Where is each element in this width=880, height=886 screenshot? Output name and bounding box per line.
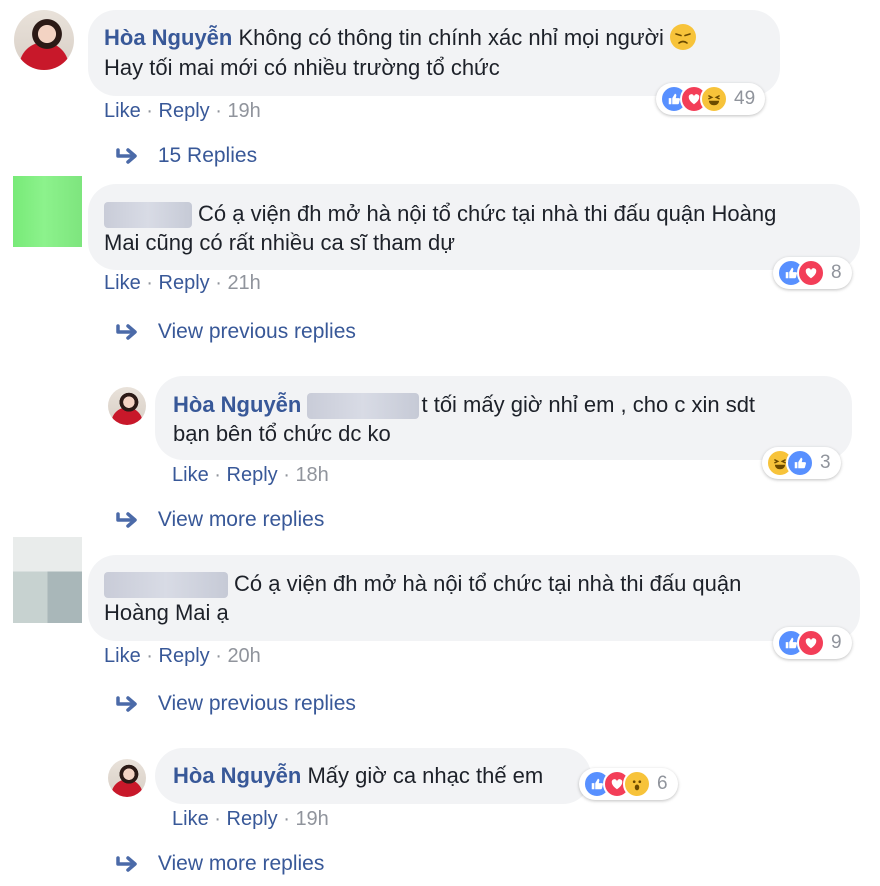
reply-arrow-icon	[114, 510, 140, 530]
reaction-summary[interactable]: 3	[762, 447, 841, 479]
avatar-blurred[interactable]	[13, 176, 82, 247]
separator-dot: ·	[146, 645, 153, 667]
reply-bubble: Hòa Nguyễn Mấy giờ ca nhạc thế em	[155, 748, 591, 804]
comment-text: t tối mấy giờ nhỉ em , cho c xin sdt	[421, 392, 756, 417]
replies-link[interactable]: View previous replies	[114, 320, 356, 344]
replies-link[interactable]: View more replies	[114, 852, 324, 876]
separator-dot: ·	[215, 100, 222, 122]
reaction-summary[interactable]: 6	[579, 768, 678, 800]
timestamp[interactable]: 18h	[295, 464, 328, 486]
haha-reaction-icon	[700, 85, 728, 113]
reply-arrow-icon	[114, 146, 140, 166]
reply-link[interactable]: Reply	[227, 808, 278, 830]
comment-text-line2: bạn bên tổ chức dc ko	[173, 421, 391, 446]
reaction-summary[interactable]: 9	[773, 627, 852, 659]
comment-text-line2: Mai cũng có rất nhiều ca sĩ tham dự	[104, 230, 456, 255]
tagged-name-blurred[interactable]	[307, 393, 420, 420]
comment-actions: Like · Reply · 19h	[104, 100, 261, 123]
like-link[interactable]: Like	[104, 272, 141, 294]
comment-text-line2: Hay tối mai mới có nhiều trường tổ chức	[104, 55, 500, 80]
comment-text-line2: Hoàng Mai ạ	[104, 600, 229, 625]
like-link[interactable]: Like	[172, 464, 209, 486]
avatar-blurred[interactable]	[13, 537, 82, 623]
like-reaction-icon	[786, 449, 814, 477]
reaction-count: 6	[657, 773, 668, 794]
comment-actions: Like · Reply · 21h	[104, 272, 261, 295]
comment-actions: Like · Reply · 19h	[172, 808, 329, 831]
reaction-count: 8	[831, 262, 842, 283]
wow-reaction-icon	[623, 770, 651, 798]
replies-link[interactable]: 15 Replies	[114, 144, 257, 168]
reaction-summary[interactable]: 49	[656, 83, 766, 115]
comment-text: Có ạ viện đh mở hà nội tổ chức tại nhà t…	[198, 201, 777, 226]
replies-link-label: 15 Replies	[157, 144, 258, 167]
avatar[interactable]	[108, 759, 146, 797]
separator-dot: ·	[283, 808, 290, 830]
author-name-blurred[interactable]	[104, 572, 228, 599]
reaction-count: 9	[831, 632, 842, 653]
comment-actions: Like · Reply · 18h	[172, 464, 329, 487]
separator-dot: ·	[214, 464, 221, 486]
author-name-blurred[interactable]	[104, 202, 192, 229]
comment-text: Mấy giờ ca nhạc thế em	[307, 763, 544, 788]
separator-dot: ·	[283, 464, 290, 486]
comment-text: Có ạ viện đh mở hà nội tổ chức tại nhà t…	[234, 571, 742, 596]
replies-link-label: View more replies	[157, 852, 325, 875]
love-reaction-icon	[797, 259, 825, 287]
comment-author[interactable]: Hòa Nguyễn	[173, 763, 301, 788]
reply-link[interactable]: Reply	[159, 100, 210, 122]
replies-link-label: View previous replies	[157, 692, 356, 715]
reaction-count: 3	[820, 452, 831, 473]
reply-arrow-icon	[114, 854, 140, 874]
reply-link[interactable]: Reply	[159, 272, 210, 294]
timestamp[interactable]: 19h	[295, 808, 328, 830]
separator-dot: ·	[214, 808, 221, 830]
replies-link[interactable]: View more replies	[114, 508, 324, 532]
avatar[interactable]	[14, 10, 74, 70]
like-link[interactable]: Like	[104, 645, 141, 667]
reply-arrow-icon	[114, 322, 140, 342]
comment-bubble: Có ạ viện đh mở hà nội tổ chức tại nhà t…	[88, 184, 860, 270]
timestamp[interactable]: 19h	[227, 100, 260, 122]
replies-link[interactable]: View previous replies	[114, 692, 356, 716]
like-link[interactable]: Like	[172, 808, 209, 830]
comment-author[interactable]: Hòa Nguyễn	[104, 25, 232, 50]
separator-dot: ·	[146, 100, 153, 122]
reply-arrow-icon	[114, 694, 140, 714]
comment-bubble: Có ạ viện đh mở hà nội tổ chức tại nhà t…	[88, 555, 860, 641]
replies-link-label: View previous replies	[157, 320, 356, 343]
reaction-summary[interactable]: 8	[773, 257, 852, 289]
comment-actions: Like · Reply · 20h	[104, 645, 261, 668]
avatar[interactable]	[108, 387, 146, 425]
reply-link[interactable]: Reply	[159, 645, 210, 667]
separator-dot: ·	[215, 645, 222, 667]
comment-author[interactable]: Hòa Nguyễn	[173, 392, 301, 417]
reply-link[interactable]: Reply	[227, 464, 278, 486]
love-reaction-icon	[797, 629, 825, 657]
separator-dot: ·	[215, 272, 222, 294]
reply-bubble: Hòa Nguyễn t tối mấy giờ nhỉ em , cho c …	[155, 376, 852, 460]
disappointed-face-emoji	[670, 24, 697, 50]
reaction-count: 49	[734, 88, 756, 109]
comment-text: Không có thông tin chính xác nhỉ mọi ngư…	[238, 25, 664, 50]
replies-link-label: View more replies	[157, 508, 325, 531]
timestamp[interactable]: 21h	[227, 272, 260, 294]
like-link[interactable]: Like	[104, 100, 141, 122]
timestamp[interactable]: 20h	[227, 645, 260, 667]
separator-dot: ·	[146, 272, 153, 294]
